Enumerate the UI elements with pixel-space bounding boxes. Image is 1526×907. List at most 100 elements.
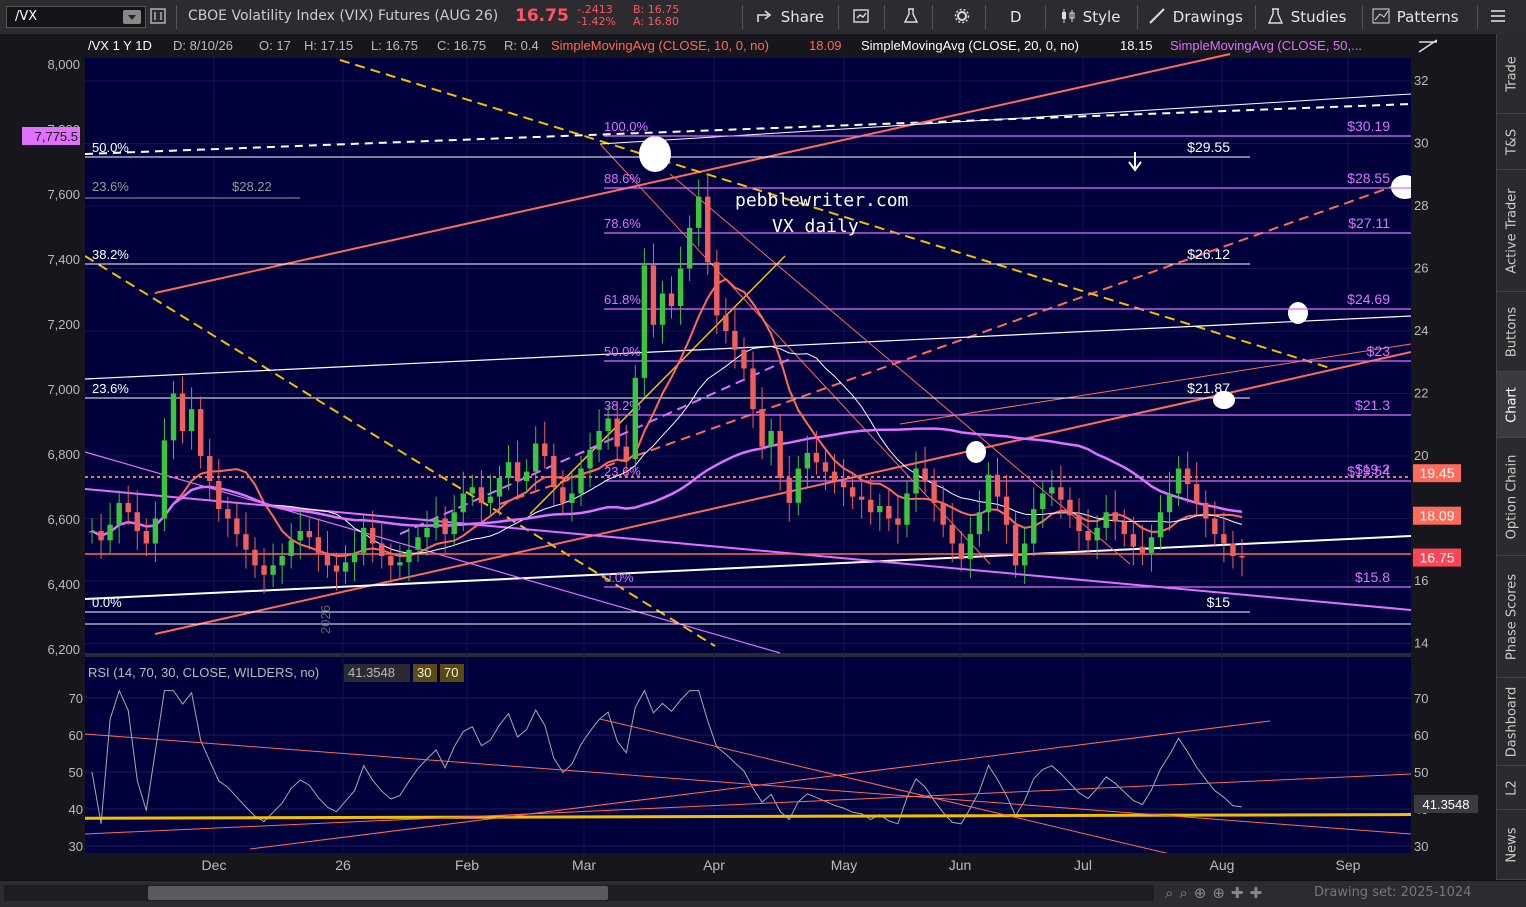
candle-body [560,487,566,503]
pane-splitter[interactable] [85,653,1411,657]
time-tick: May [831,857,857,873]
candle-body [569,493,575,503]
candle-body [342,562,349,572]
scroll-thumb[interactable] [148,886,608,900]
left-tick: 6,800 [47,447,80,462]
candle-body [98,531,104,541]
candle-body [976,512,983,535]
left-tick: 6,400 [47,577,80,592]
time-tick: Feb [455,857,479,873]
gear-icon[interactable] [954,8,970,24]
legend-sma20-value: 18.15 [1120,38,1153,53]
legend-high: H: 17.15 [304,38,353,53]
symbol-selector[interactable]: /VX [6,6,146,28]
fib-price: $15.8 [1355,569,1390,585]
time-tick: Apr [703,857,725,873]
collapse-icon[interactable] [1415,36,1443,58]
price-tick: 14 [1414,636,1428,651]
candle-body [904,493,910,525]
candle-body [415,537,421,550]
white-fib-pct: 38.2% [92,247,129,262]
candle-body [623,446,629,460]
horizontal-scrollbar[interactable] [4,885,1154,901]
candle-body [433,518,439,528]
candle-body [161,440,168,519]
time-tick: Jun [949,857,972,873]
price-marker-label: 19.45 [1419,465,1454,481]
fib-pct: 100.0% [604,119,649,134]
candle-body [1194,484,1200,503]
divider [1477,5,1478,29]
fib-pct: 78.6% [604,216,641,231]
sliders-icon[interactable] [150,8,166,24]
candle-body [632,377,639,460]
candle-body [886,506,892,519]
candle-body [849,487,856,497]
candle-body [225,509,231,519]
candle-body [1175,468,1182,494]
tab-ts[interactable]: T&S [1497,114,1526,170]
marker-circle [639,136,671,172]
drawing-set-label: Drawing set: 2025-1024 [1314,885,1472,900]
fib-price: $24.69 [1347,291,1390,307]
candle-body [614,418,620,447]
candle-body [1094,527,1100,541]
tab-chart[interactable]: Chart [1497,372,1526,438]
tab-news[interactable]: News [1497,810,1526,880]
tab-option-chain[interactable]: Option Chain [1497,438,1526,556]
candle-body [677,268,684,306]
fib-price: $27.11 [1348,215,1390,231]
zoom-controls[interactable]: ⌕⌕⊕⊕✚✚ [1165,884,1268,902]
candle-body [1012,524,1019,566]
rsi-tick-right: 50 [1414,765,1428,780]
studies-button[interactable]: Studies [1266,0,1346,34]
candle-body [397,562,403,566]
divider [985,5,986,29]
left-tick: 6,200 [47,642,80,657]
style-button[interactable]: Style [1060,0,1120,34]
tab-dashboard[interactable]: Dashboard [1497,678,1526,766]
candle-body [686,227,693,269]
tab-active-trader[interactable]: Active Trader [1497,170,1526,292]
candle-body [207,456,213,481]
divider [1045,5,1046,29]
tab-l2[interactable]: L2 [1497,766,1526,810]
tab-trade[interactable]: Trade [1497,34,1526,114]
divider [742,5,743,29]
left-tick: 7,200 [47,317,80,332]
net-change: -.2413 -1.42% [577,4,616,28]
share-button[interactable]: Share [756,0,824,34]
candle-body [668,293,675,306]
candle-body [333,565,340,572]
candle-body [813,452,820,463]
drawings-button[interactable]: Drawings [1148,0,1243,34]
candle-body [641,265,648,378]
candle-body [1166,493,1173,513]
bid-ask: B: 16.75 A: 16.80 [633,4,679,28]
patterns-button[interactable]: Patterns [1372,0,1459,34]
candle-body [695,196,702,228]
white-fib-pct: 23.6% [92,381,129,396]
candle-body [605,418,611,431]
candle-body [216,481,222,510]
chevron-down-icon[interactable] [123,10,141,24]
rsi-tick-left: 40 [69,802,83,817]
candle-body [1221,534,1227,544]
time-tick: Sep [1336,857,1361,873]
candle-body [1031,509,1037,544]
chart-settings-icon[interactable] [853,8,869,24]
rsi-marker-label: 41.3548 [1423,797,1470,812]
menu-icon[interactable] [1490,8,1506,24]
price-chart[interactable]: 2026 100.0% $30.1988.6% $28.5578.6% $27.116… [0,34,1496,880]
candle-body [379,543,385,556]
tab-phase-scores[interactable]: Phase Scores [1497,556,1526,678]
flask-icon[interactable] [903,8,919,24]
candle-body [650,265,657,325]
period-selector[interactable]: D [1010,0,1022,34]
tab-buttons[interactable]: Buttons [1497,292,1526,372]
price-tick: 16 [1414,573,1428,588]
candle-body [831,471,838,481]
style-label: Style [1082,8,1121,26]
legend-sma10-value: 18.09 [809,38,842,53]
candle-body [261,565,267,575]
